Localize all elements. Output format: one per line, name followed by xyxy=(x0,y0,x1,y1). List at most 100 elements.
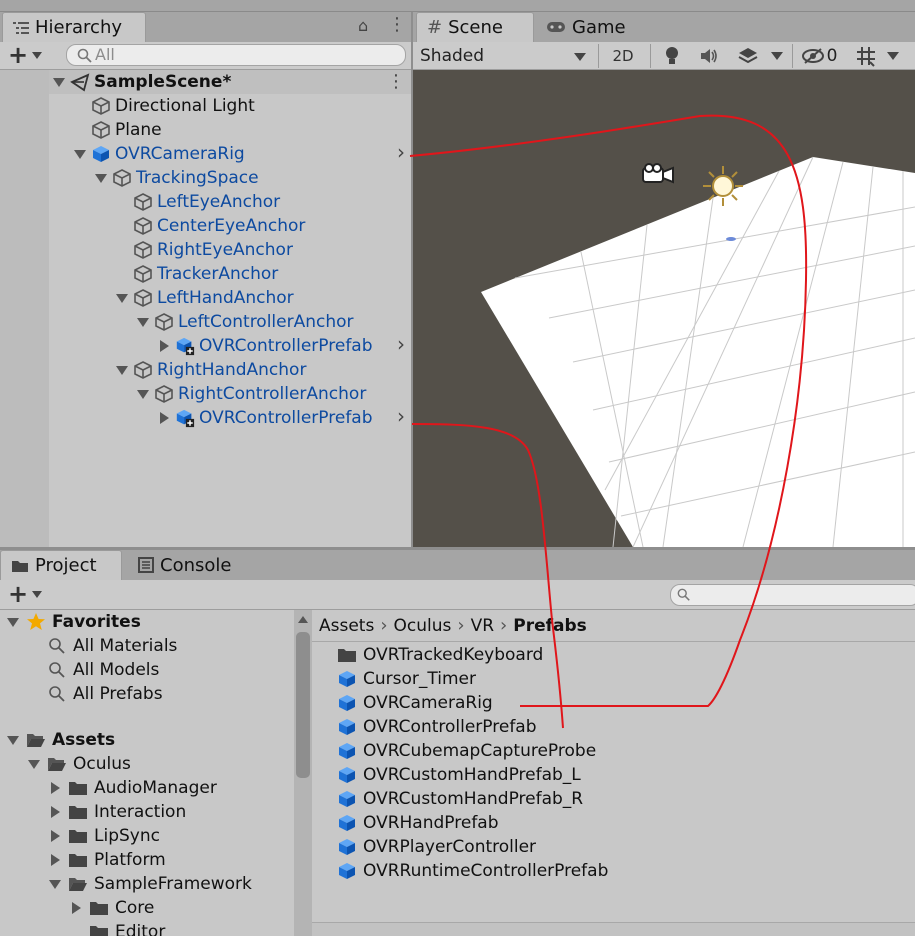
project-search-field[interactable] xyxy=(670,584,915,606)
folder-tree-item[interactable]: Favorites xyxy=(6,610,141,634)
folder-tree-item[interactable]: LipSync xyxy=(48,824,160,848)
panel-menu-icon[interactable]: ⋮ xyxy=(388,14,406,35)
breadcrumb-item[interactable]: Assets xyxy=(319,616,374,636)
expanded-arrow-icon[interactable] xyxy=(136,387,150,401)
add-object-button[interactable]: + xyxy=(8,42,28,68)
favorite-item[interactable]: All Models xyxy=(27,658,159,682)
folder-tree-item[interactable]: Oculus xyxy=(27,752,131,776)
collapsed-arrow-icon[interactable] xyxy=(48,805,62,819)
folder-tree-item[interactable]: Editor xyxy=(69,920,165,936)
collapsed-arrow-icon[interactable] xyxy=(48,829,62,843)
favorite-item[interactable]: All Prefabs xyxy=(27,682,163,706)
tree-scrollbar[interactable] xyxy=(294,610,312,936)
folder-tree-item[interactable]: SampleFramework xyxy=(48,872,252,896)
effects-dropdown-button[interactable] xyxy=(730,42,790,70)
expanded-arrow-icon[interactable] xyxy=(73,147,87,161)
collapsed-arrow-icon[interactable] xyxy=(48,781,62,795)
asset-item[interactable]: Cursor_Timer xyxy=(337,667,476,691)
folder-tree-item[interactable]: AudioManager xyxy=(48,776,217,800)
gameobject-cube-icon xyxy=(91,120,111,140)
hierarchy-row[interactable]: LeftEyeAnchor xyxy=(115,190,411,214)
asset-item[interactable]: OVRPlayerController xyxy=(337,835,536,859)
expanded-arrow-icon[interactable] xyxy=(27,757,41,771)
lock-icon[interactable]: ⌂ xyxy=(358,16,368,35)
hierarchy-row[interactable]: Directional Light xyxy=(73,94,411,118)
folder-tree-item[interactable]: Interaction xyxy=(48,800,186,824)
folder-tree-item[interactable]: Assets xyxy=(6,728,115,752)
shading-mode-dropdown[interactable]: Shaded xyxy=(413,42,593,70)
toggle-2d-button[interactable]: 2D xyxy=(604,42,642,70)
asset-item[interactable]: OVRControllerPrefab xyxy=(337,715,537,739)
expanded-arrow-icon[interactable] xyxy=(115,291,129,305)
lighting-toggle-button[interactable] xyxy=(656,42,688,70)
collapsed-arrow-icon[interactable] xyxy=(157,339,171,353)
asset-item[interactable]: OVRTrackedKeyboard xyxy=(337,643,543,667)
asset-item[interactable]: OVRHandPrefab xyxy=(337,811,499,835)
breadcrumb-item[interactable]: Prefabs xyxy=(513,616,587,636)
breadcrumb-item[interactable]: VR xyxy=(471,616,494,636)
favorite-item[interactable]: All Materials xyxy=(27,634,177,658)
open-prefab-arrow-icon[interactable]: › xyxy=(397,404,405,428)
add-dropdown-chevron-icon[interactable] xyxy=(32,52,42,59)
camera-gizmo-icon[interactable] xyxy=(641,162,675,186)
hierarchy-row[interactable]: OVRCameraRig › xyxy=(73,140,411,166)
hierarchy-row[interactable]: TrackerAnchor xyxy=(115,262,411,286)
hierarchy-row[interactable]: SampleScene* ⋮ xyxy=(52,70,411,94)
hierarchy-row[interactable]: OVRControllerPrefab › xyxy=(157,404,411,430)
asset-item[interactable]: OVRCameraRig xyxy=(337,691,493,715)
hierarchy-row[interactable]: CenterEyeAnchor xyxy=(115,214,411,238)
collapsed-arrow-icon[interactable] xyxy=(48,853,62,867)
folder-icon xyxy=(68,850,88,870)
folder-tree-item[interactable]: Platform xyxy=(48,848,166,872)
collapsed-arrow-icon[interactable] xyxy=(157,411,171,425)
breadcrumb-item[interactable]: Oculus xyxy=(394,616,452,636)
hierarchy-search-field[interactable]: All xyxy=(66,44,406,66)
scene-viewport[interactable] xyxy=(413,70,915,547)
asset-item[interactable]: OVRCustomHandPrefab_R xyxy=(337,787,583,811)
gizmos-dropdown-button[interactable] xyxy=(846,42,908,70)
hierarchy-row[interactable]: Plane xyxy=(73,118,411,142)
panel-divider[interactable] xyxy=(411,12,413,547)
hierarchy-row[interactable]: LeftHandAnchor xyxy=(115,286,411,310)
open-prefab-arrow-icon[interactable]: › xyxy=(397,140,405,164)
tab-scene[interactable]: # Scene xyxy=(416,12,534,42)
directional-light-gizmo-icon[interactable] xyxy=(701,164,745,208)
expanded-arrow-icon[interactable] xyxy=(115,363,129,377)
expanded-arrow-icon[interactable] xyxy=(136,315,150,329)
asset-item[interactable]: OVRCubemapCaptureProbe xyxy=(337,739,596,763)
create-dropdown-chevron-icon[interactable] xyxy=(32,591,42,598)
expanded-arrow-icon[interactable] xyxy=(6,615,20,629)
prefab-added-icon xyxy=(175,408,195,428)
asset-item-label: OVRHandPrefab xyxy=(363,813,499,833)
tab-game[interactable]: Game xyxy=(536,12,636,42)
hierarchy-row[interactable]: RightHandAnchor xyxy=(115,358,411,382)
create-asset-button[interactable]: + xyxy=(8,580,28,608)
scene-menu-icon[interactable]: ⋮ xyxy=(387,71,405,92)
scene-visibility-toggle[interactable]: 0 xyxy=(796,42,842,70)
hierarchy-row[interactable]: RightEyeAnchor xyxy=(115,238,411,262)
tree-item-label: Core xyxy=(115,898,155,918)
hierarchy-row[interactable]: OVRControllerPrefab › xyxy=(157,332,411,358)
hierarchy-row[interactable]: TrackingSpace xyxy=(94,166,411,190)
expanded-arrow-icon[interactable] xyxy=(52,75,66,89)
expanded-arrow-icon[interactable] xyxy=(48,877,62,891)
hierarchy-row-label: OVRCameraRig xyxy=(115,144,245,164)
expanded-arrow-icon[interactable] xyxy=(94,171,108,185)
gizmos-chevron-icon xyxy=(887,52,899,60)
tab-project[interactable]: Project xyxy=(0,550,122,580)
hierarchy-row[interactable]: RightControllerAnchor xyxy=(136,382,411,406)
open-prefab-arrow-icon[interactable]: › xyxy=(397,332,405,356)
hierarchy-row[interactable]: LeftControllerAnchor xyxy=(136,310,411,334)
scroll-up-arrow-icon[interactable] xyxy=(298,616,308,623)
folder-tree-item[interactable]: Core xyxy=(69,896,154,920)
tab-console[interactable]: Console xyxy=(128,550,248,580)
gizmo-grid-icon xyxy=(857,47,875,67)
tree-scrollbar-thumb[interactable] xyxy=(296,632,310,778)
collapsed-arrow-icon[interactable] xyxy=(69,901,83,915)
asset-item-label: OVRTrackedKeyboard xyxy=(363,645,544,665)
expanded-arrow-icon[interactable] xyxy=(6,733,20,747)
asset-item[interactable]: OVRRuntimeControllerPrefab xyxy=(337,859,608,883)
asset-item[interactable]: OVRCustomHandPrefab_L xyxy=(337,763,581,787)
tab-hierarchy[interactable]: Hierarchy xyxy=(2,12,146,42)
audio-toggle-button[interactable] xyxy=(692,42,726,70)
